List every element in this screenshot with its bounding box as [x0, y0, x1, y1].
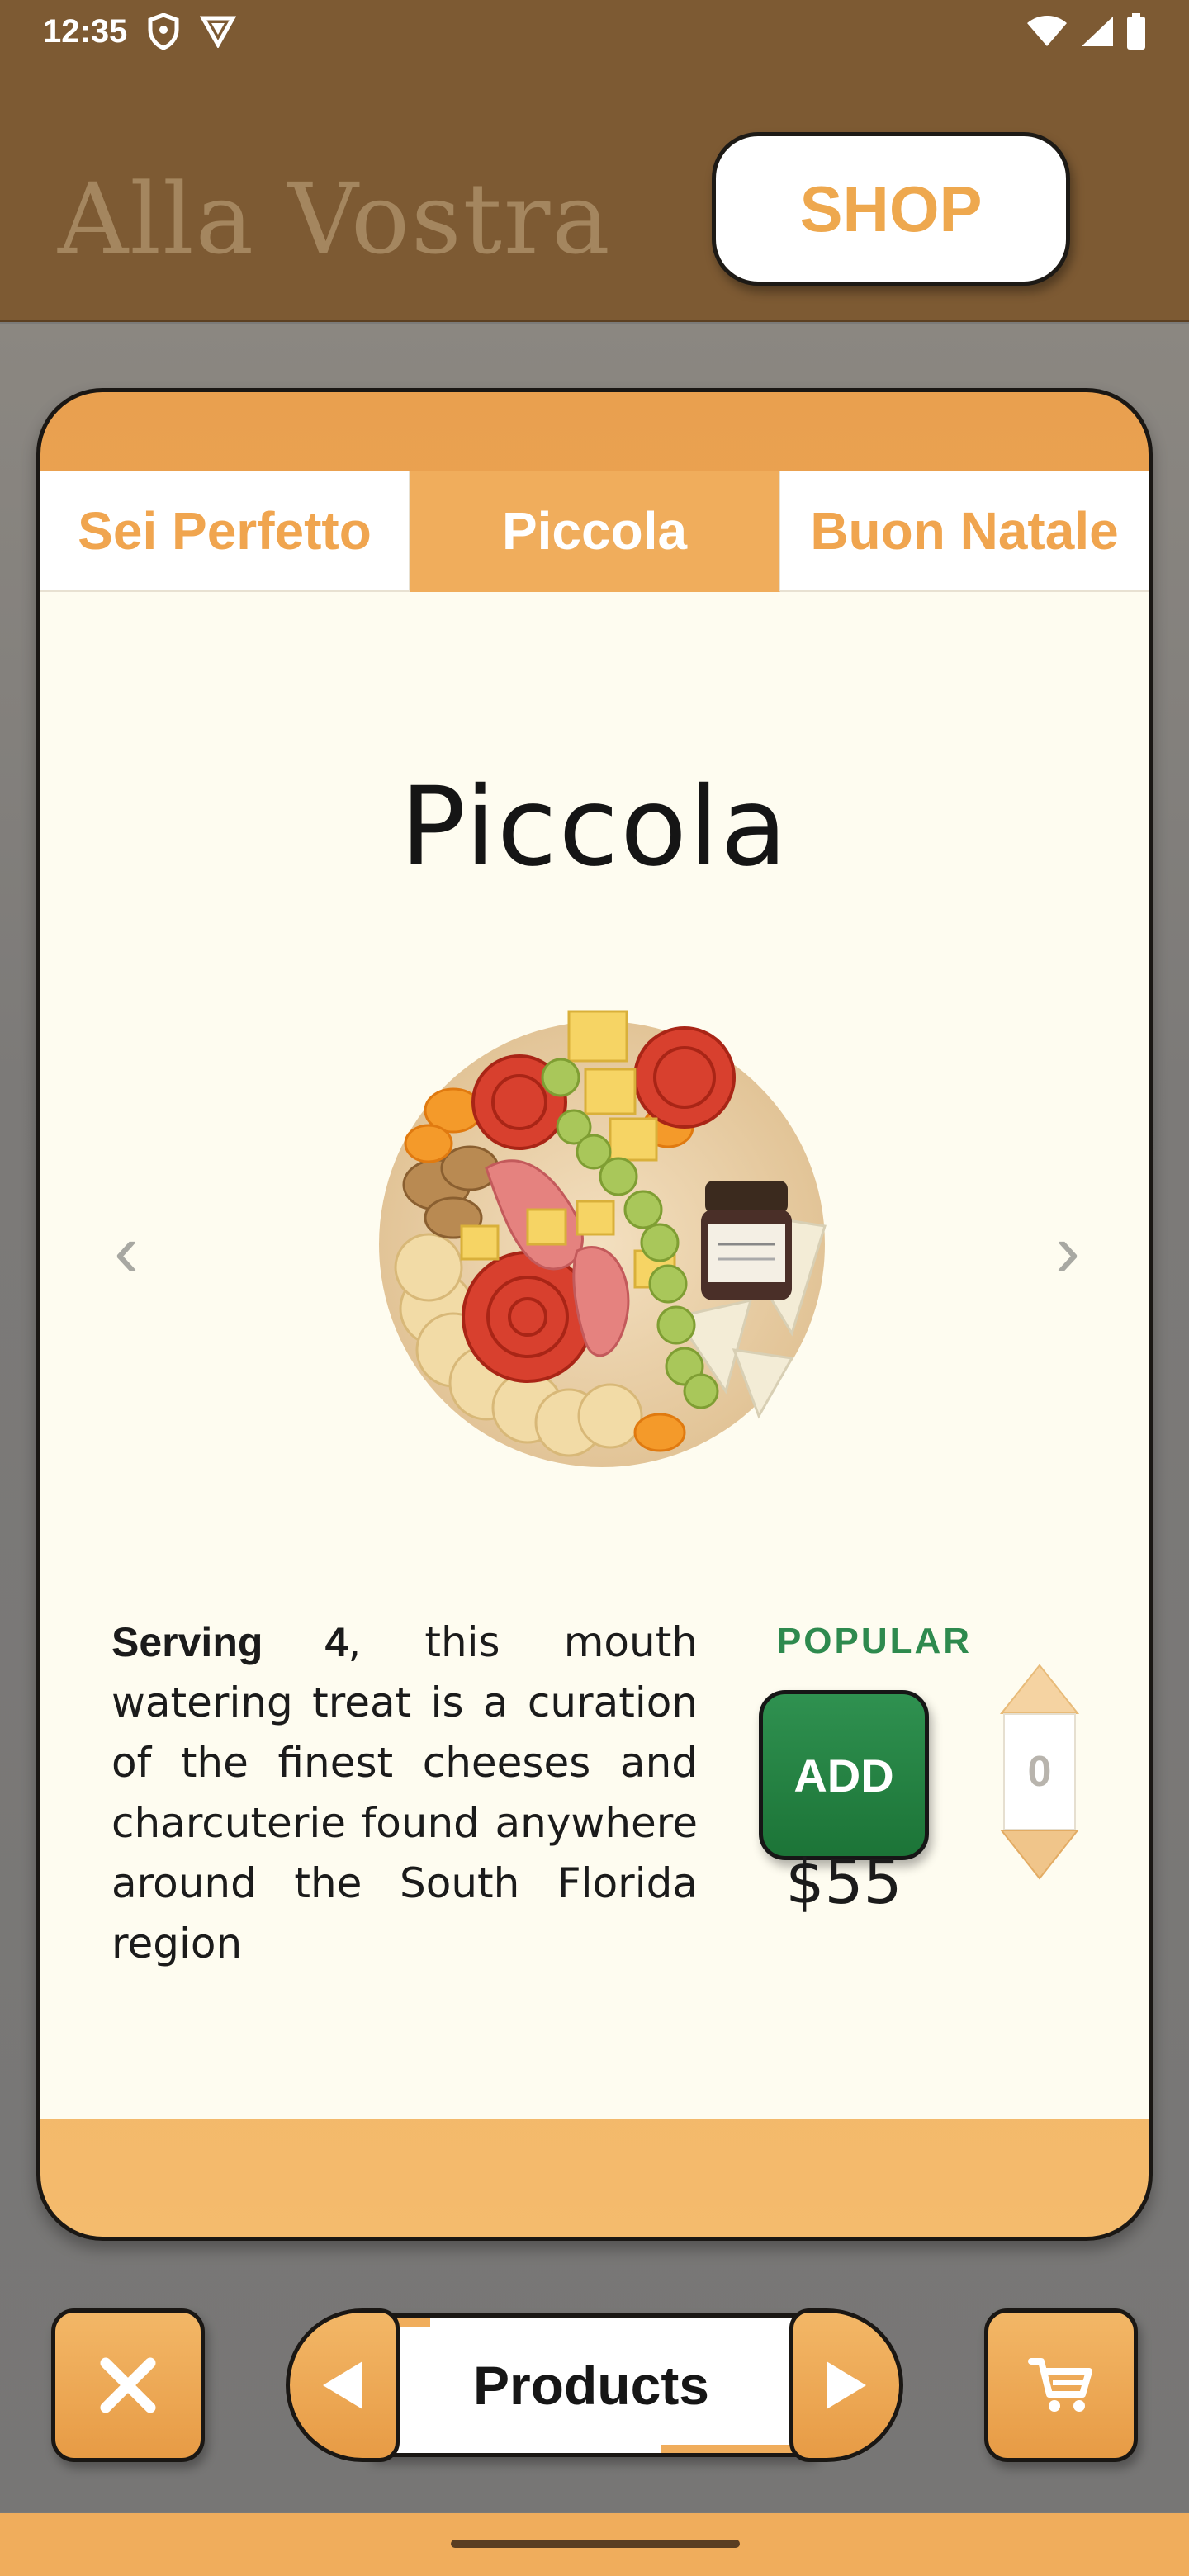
- tab-buon-natale[interactable]: Buon Natale: [780, 471, 1149, 592]
- tab-sei-perfetto[interactable]: Sei Perfetto: [40, 471, 410, 592]
- quantity-stepper: 0: [998, 1664, 1081, 1880]
- description-serving: Serving 4: [111, 1619, 348, 1665]
- signal-icon: [1080, 15, 1115, 48]
- charcuterie-platter-image: [379, 1010, 827, 1467]
- popular-badge: POPULAR: [776, 1621, 973, 1661]
- quantity-value: 0: [1003, 1713, 1076, 1830]
- product-description: Serving 4, this mouth watering treat is …: [111, 1612, 698, 1974]
- home-indicator[interactable]: [451, 2540, 740, 2548]
- status-time: 12:35: [43, 12, 128, 50]
- nav-prev-button[interactable]: [286, 2308, 400, 2462]
- product-card: Sei Perfetto Piccola Buon Natale Piccola…: [36, 388, 1153, 2241]
- cart-icon: [1028, 2358, 1092, 2412]
- product-price: $55: [785, 1847, 902, 1918]
- nav-next-button[interactable]: [789, 2308, 903, 2462]
- close-button[interactable]: [51, 2308, 205, 2462]
- products-label[interactable]: Products: [368, 2313, 814, 2457]
- close-icon: [100, 2357, 156, 2413]
- shop-button[interactable]: SHOP: [712, 132, 1070, 286]
- carousel-next-button[interactable]: ›: [1035, 1201, 1101, 1300]
- app-header: Alla Vostra SHOP: [0, 63, 1189, 322]
- brand-logo: Alla Vostra: [58, 162, 612, 276]
- wifi-icon: [1026, 15, 1068, 48]
- cart-button[interactable]: [984, 2308, 1138, 2462]
- products-navigator: Products: [286, 2308, 903, 2462]
- description-text: , this mouth watering treat is a curatio…: [111, 1618, 698, 1968]
- tab-piccola[interactable]: Piccola: [410, 471, 780, 592]
- status-bar: 12:35: [0, 0, 1189, 63]
- carousel-prev-button[interactable]: ‹: [93, 1201, 159, 1300]
- battery-icon: [1126, 13, 1146, 50]
- add-to-cart-button[interactable]: ADD: [759, 1690, 929, 1860]
- product-title: Piccola: [400, 764, 789, 891]
- product-tabs: Sei Perfetto Piccola Buon Natale: [40, 471, 1149, 592]
- vpn-triangle-icon: [200, 15, 237, 48]
- quantity-decrease-button[interactable]: [998, 1829, 1081, 1880]
- triangle-left-icon: [323, 2361, 362, 2409]
- shield-icon: [147, 13, 180, 50]
- quantity-increase-button[interactable]: [998, 1664, 1081, 1715]
- triangle-right-icon: [827, 2361, 866, 2409]
